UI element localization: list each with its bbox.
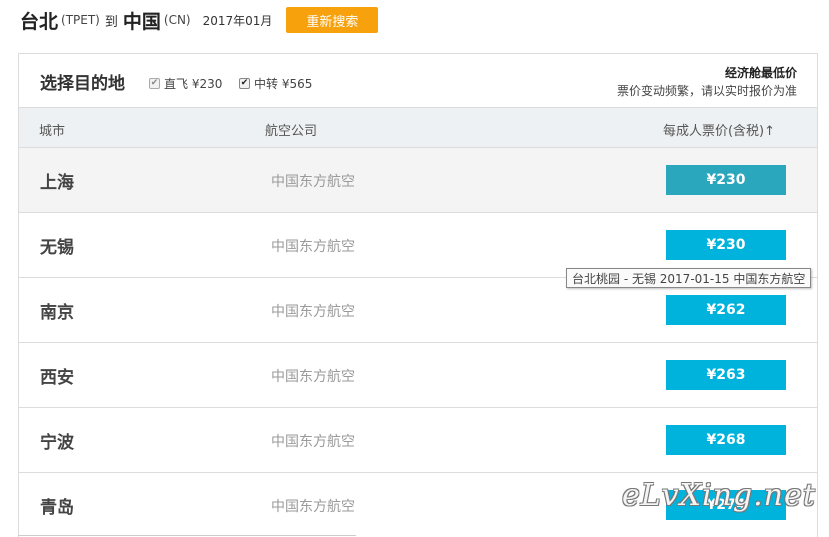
origin-city: 台北 <box>20 10 59 33</box>
row-city: 青岛 <box>40 498 74 518</box>
transfer-checkbox[interactable]: ✔ <box>239 78 250 89</box>
row-airline: 中国东方航空 <box>271 369 355 385</box>
destination-code: (CN) <box>163 13 191 27</box>
row-city: 西安 <box>40 368 74 388</box>
row-airline: 中国东方航空 <box>271 499 355 515</box>
row-city: 无锡 <box>40 238 74 258</box>
research-button[interactable]: 重新搜索 <box>286 7 379 33</box>
row-city: 上海 <box>40 173 74 193</box>
destination-panel: 选择目的地 ✔ 直飞 ¥230 ✔ 中转 ¥565 经济舱最低价 票价变动频繁，… <box>18 53 818 537</box>
transfer-filter-label: 中转 ¥565 <box>254 77 313 91</box>
row-airline: 中国东方航空 <box>271 304 355 320</box>
row-airline: 中国东方航空 <box>271 174 355 190</box>
direct-filter-label: 直飞 ¥230 <box>164 77 223 91</box>
price-button[interactable]: ¥230 <box>666 230 786 260</box>
price-button[interactable]: ¥262 <box>666 295 786 325</box>
table-row[interactable]: 宁波 中国东方航空 ¥268 <box>19 408 817 473</box>
direct-flight-filter[interactable]: ✔ 直飞 ¥230 <box>149 75 222 92</box>
destination-country: 中国 <box>122 10 161 33</box>
origin-code: (TPET) <box>61 13 100 27</box>
panel-header: 选择目的地 ✔ 直飞 ¥230 ✔ 中转 ¥565 经济舱最低价 票价变动频繁，… <box>19 54 817 108</box>
direct-checkbox[interactable]: ✔ <box>149 78 160 89</box>
row-city: 南京 <box>40 303 74 323</box>
price-note-subtitle: 票价变动频繁，请以实时报价为准 <box>616 84 797 98</box>
column-airline: 航空公司 <box>265 124 318 139</box>
row-airline: 中国东方航空 <box>271 239 355 255</box>
price-button[interactable]: ¥263 <box>666 360 786 390</box>
price-note-title: 经济舱最低价 <box>724 66 797 80</box>
row-airline: 中国东方航空 <box>271 434 355 450</box>
table-header: 城市 航空公司 每成人票价(含税)↑ <box>19 108 817 148</box>
watermark-logo: eLvXing.net <box>622 478 816 513</box>
column-city: 城市 <box>39 124 66 139</box>
travel-month: 2017年01月 <box>202 13 273 28</box>
flight-tooltip: 台北桃园 - 无锡 2017-01-15 中国东方航空 <box>566 268 812 288</box>
table-row[interactable]: 西安 中国东方航空 ¥263 <box>19 343 817 408</box>
price-button[interactable]: ¥230 <box>666 165 786 195</box>
table-row[interactable]: 上海 中国东方航空 ¥230 <box>19 148 817 213</box>
price-note: 经济舱最低价 票价变动频繁，请以实时报价为准 <box>617 64 797 99</box>
panel-title: 选择目的地 <box>40 74 125 94</box>
search-summary: 台北 (TPET) 到 中国 (CN) 2017年01月 重新搜索 <box>20 6 379 34</box>
transfer-flight-filter[interactable]: ✔ 中转 ¥565 <box>239 75 312 92</box>
to-word: 到 <box>104 14 118 30</box>
divider <box>18 535 356 536</box>
row-city: 宁波 <box>40 433 74 453</box>
column-price-sort[interactable]: 每成人票价(含税)↑ <box>663 120 775 139</box>
price-button[interactable]: ¥268 <box>666 425 786 455</box>
